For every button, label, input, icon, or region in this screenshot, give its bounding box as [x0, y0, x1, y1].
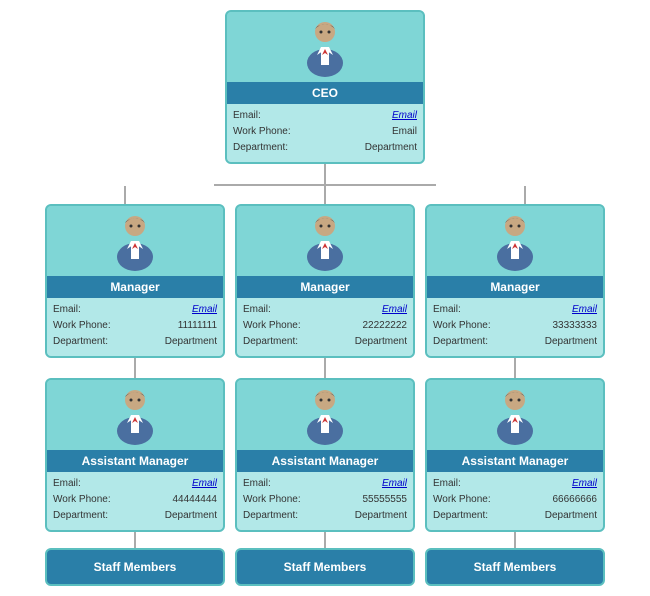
asst2-avatar	[237, 380, 413, 450]
ceo-dept-row: Department: Department	[233, 140, 417, 156]
org-chart: CEO Email: Email Work Phone: Email Depar…	[10, 10, 640, 586]
manager2-icon	[299, 213, 351, 274]
mgr2-vline-bot	[324, 358, 326, 378]
manager1-icon	[109, 213, 161, 274]
manager3-info: Email: Email Work Phone: 33333333 Depart…	[427, 298, 603, 356]
asst1-vline-bot	[134, 532, 136, 548]
asst2-card: Assistant Manager Email: Email Work Phon…	[235, 378, 415, 532]
manager3-icon	[489, 213, 541, 274]
asst1-icon	[109, 387, 161, 448]
manager3-col: Manager Email: Email Work Phone: 3333333…	[425, 204, 605, 586]
mgr3-vline-top	[524, 186, 526, 204]
asst3-info: Email: Email Work Phone: 66666666 Depart…	[427, 472, 603, 530]
manager3-card: Manager Email: Email Work Phone: 3333333…	[425, 204, 605, 358]
mgr1-vline-bot	[134, 358, 136, 378]
manager1-info: Email: Email Work Phone: 11111111 Depart…	[47, 298, 223, 356]
ceo-person-icon	[299, 19, 351, 80]
manager1-avatar	[47, 206, 223, 276]
manager2-title: Manager	[237, 276, 413, 298]
ceo-vline	[324, 164, 326, 184]
manager-level: Manager Email: Email Work Phone: 1111111…	[45, 204, 605, 586]
manager2-col: Manager Email: Email Work Phone: 2222222…	[235, 204, 415, 586]
asst1-title: Assistant Manager	[47, 450, 223, 472]
ceo-email-value: Email	[392, 108, 417, 124]
asst2-vline-bot	[324, 532, 326, 548]
manager2-avatar	[237, 206, 413, 276]
staff2-card: Staff Members	[235, 548, 415, 586]
mgr2-vline-top	[324, 186, 326, 204]
ceo-dept-label: Department:	[233, 140, 288, 156]
asst1-info: Email: Email Work Phone: 44444444 Depart…	[47, 472, 223, 530]
ceo-phone-row: Work Phone: Email	[233, 124, 417, 140]
manager1-card: Manager Email: Email Work Phone: 1111111…	[45, 204, 225, 358]
asst1-card: Assistant Manager Email: Email Work Phon…	[45, 378, 225, 532]
asst2-info: Email: Email Work Phone: 55555555 Depart…	[237, 472, 413, 530]
manager1-title: Manager	[47, 276, 223, 298]
staff3-card: Staff Members	[425, 548, 605, 586]
asst3-icon	[489, 387, 541, 448]
asst3-title: Assistant Manager	[427, 450, 603, 472]
manager2-info: Email: Email Work Phone: 22222222 Depart…	[237, 298, 413, 356]
ceo-email-label: Email:	[233, 108, 261, 124]
asst3-vline-bot	[514, 532, 516, 548]
ceo-title: CEO	[227, 82, 423, 104]
staff1-card: Staff Members	[45, 548, 225, 586]
ceo-avatar	[227, 12, 423, 82]
manager2-card: Manager Email: Email Work Phone: 2222222…	[235, 204, 415, 358]
asst3-card: Assistant Manager Email: Email Work Phon…	[425, 378, 605, 532]
asst1-avatar	[47, 380, 223, 450]
manager3-avatar	[427, 206, 603, 276]
ceo-phone-value: Email	[392, 124, 417, 140]
ceo-email-row: Email: Email	[233, 108, 417, 124]
asst3-avatar	[427, 380, 603, 450]
ceo-dept-value: Department	[365, 140, 417, 156]
manager-drops	[15, 186, 635, 204]
ceo-info: Email: Email Work Phone: Email Departmen…	[227, 104, 423, 162]
mgr1-vline-top	[124, 186, 126, 204]
asst2-title: Assistant Manager	[237, 450, 413, 472]
manager3-title: Manager	[427, 276, 603, 298]
ceo-level: CEO Email: Email Work Phone: Email Depar…	[15, 10, 635, 204]
manager1-col: Manager Email: Email Work Phone: 1111111…	[45, 204, 225, 586]
asst2-icon	[299, 387, 351, 448]
mgr3-vline-bot	[514, 358, 516, 378]
ceo-card: CEO Email: Email Work Phone: Email Depar…	[225, 10, 425, 164]
ceo-phone-label: Work Phone:	[233, 124, 291, 140]
